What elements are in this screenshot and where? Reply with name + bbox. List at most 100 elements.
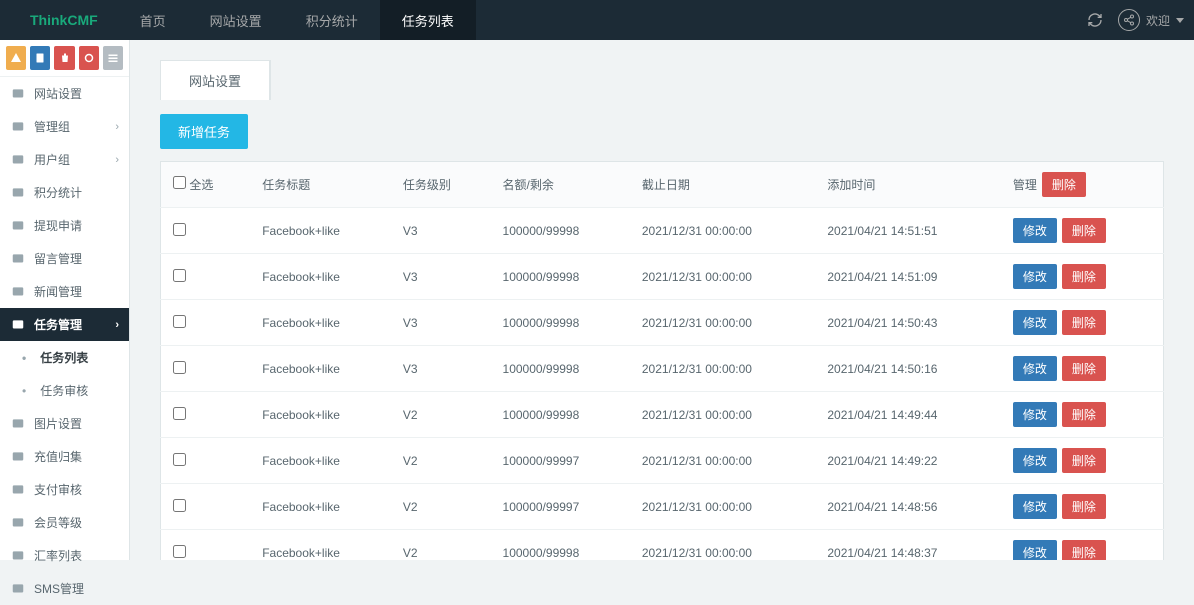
sidebar-item[interactable]: 用户组› (0, 143, 129, 176)
sidebar-subitem[interactable]: 任务审核 (0, 374, 129, 407)
delete-button[interactable]: 删除 (1062, 264, 1106, 289)
select-all-checkbox[interactable] (173, 176, 186, 189)
share-icon (1118, 9, 1140, 31)
chevron-right-icon: › (115, 121, 119, 133)
delete-button[interactable]: 删除 (1062, 494, 1106, 519)
brand-logo[interactable]: ThinkCMF (10, 12, 118, 28)
sidebar-item-label: 新闻管理 (34, 283, 82, 300)
batch-delete-button[interactable]: 删除 (1042, 172, 1086, 197)
cell-addtime: 2021/04/21 14:49:44 (815, 392, 1001, 438)
row-checkbox[interactable] (173, 315, 186, 328)
table-row: Facebook+likeV2100000/999982021/12/31 00… (161, 530, 1164, 561)
delete-button[interactable]: 删除 (1062, 218, 1106, 243)
sidebar-item[interactable]: 汇率列表 (0, 539, 129, 572)
top-nav-item[interactable]: 积分统计 (284, 0, 380, 40)
row-checkbox[interactable] (173, 545, 186, 558)
cell-deadline: 2021/12/31 00:00:00 (630, 392, 816, 438)
main-content: 一淘模版 网站设置 新增任务 全选 任务标题 任务级别 名额/剩余 截止日期 添… (130, 40, 1194, 560)
sidebar-item[interactable]: 支付审核 (0, 473, 129, 506)
tool-trash-icon[interactable] (54, 46, 74, 70)
sidebar-item[interactable]: 管理组› (0, 110, 129, 143)
row-checkbox[interactable] (173, 407, 186, 420)
user-menu[interactable]: 欢迎 (1118, 9, 1184, 31)
sidebar-item[interactable]: SMS管理 (0, 572, 129, 605)
sidebar-item[interactable]: 网站设置 (0, 77, 129, 110)
row-checkbox[interactable] (173, 453, 186, 466)
table-row: Facebook+likeV2100000/999972021/12/31 00… (161, 438, 1164, 484)
content-tabs: 网站设置 (160, 60, 271, 100)
delete-button[interactable]: 删除 (1062, 540, 1106, 560)
cell-title: Facebook+like (250, 346, 391, 392)
cell-quota: 100000/99998 (491, 254, 630, 300)
sidebar-item[interactable]: 图片设置 (0, 407, 129, 440)
group-icon (10, 119, 26, 135)
th-addtime: 添加时间 (815, 162, 1001, 208)
sidebar-item[interactable]: 会员等级 (0, 506, 129, 539)
sidebar-item[interactable]: 任务管理› (0, 308, 129, 341)
edit-button[interactable]: 修改 (1013, 494, 1057, 519)
pay-icon (10, 482, 26, 498)
cell-level: V3 (391, 208, 491, 254)
edit-button[interactable]: 修改 (1013, 356, 1057, 381)
cell-addtime: 2021/04/21 14:51:51 (815, 208, 1001, 254)
tab-site-settings[interactable]: 网站设置 (161, 61, 270, 100)
th-quota: 名额/剩余 (491, 162, 630, 208)
refresh-icon[interactable] (1086, 11, 1104, 29)
top-nav-item[interactable]: 网站设置 (188, 0, 284, 40)
row-checkbox[interactable] (173, 269, 186, 282)
add-task-button[interactable]: 新增任务 (160, 114, 248, 149)
table-row: Facebook+likeV3100000/999982021/12/31 00… (161, 208, 1164, 254)
row-checkbox[interactable] (173, 361, 186, 374)
edit-button[interactable]: 修改 (1013, 218, 1057, 243)
sidebar-item[interactable]: 充值归集 (0, 440, 129, 473)
sidebar-item-label: 充值归集 (34, 448, 82, 465)
cell-deadline: 2021/12/31 00:00:00 (630, 254, 816, 300)
table-row: Facebook+likeV3100000/999982021/12/31 00… (161, 346, 1164, 392)
delete-button[interactable]: 删除 (1062, 448, 1106, 473)
cell-deadline: 2021/12/31 00:00:00 (630, 484, 816, 530)
chevron-right-icon: › (115, 319, 119, 331)
delete-button[interactable]: 删除 (1062, 402, 1106, 427)
table-row: Facebook+likeV2100000/999982021/12/31 00… (161, 392, 1164, 438)
cell-addtime: 2021/04/21 14:48:37 (815, 530, 1001, 561)
sidebar-item-label: 图片设置 (34, 415, 82, 432)
sms-icon (10, 581, 26, 597)
top-nav-item[interactable]: 首页 (118, 0, 188, 40)
edit-button[interactable]: 修改 (1013, 402, 1057, 427)
edit-button[interactable]: 修改 (1013, 540, 1057, 560)
delete-button[interactable]: 删除 (1062, 356, 1106, 381)
sidebar-item-label: 会员等级 (34, 514, 82, 531)
sidebar-item-label: 网站设置 (34, 85, 82, 102)
visa-icon (10, 185, 26, 201)
th-level: 任务级别 (391, 162, 491, 208)
sidebar-item[interactable]: 留言管理 (0, 242, 129, 275)
edit-button[interactable]: 修改 (1013, 448, 1057, 473)
shell: 网站设置管理组›用户组›积分统计提现申请留言管理新闻管理任务管理›任务列表任务审… (0, 40, 1194, 560)
chevron-down-icon (1176, 18, 1184, 23)
tool-file-icon[interactable] (30, 46, 50, 70)
sidebar-subitem[interactable]: 任务列表 (0, 341, 129, 374)
cell-addtime: 2021/04/21 14:51:09 (815, 254, 1001, 300)
top-nav-item[interactable]: 任务列表 (380, 0, 476, 40)
select-all[interactable]: 全选 (173, 178, 213, 192)
cell-title: Facebook+like (250, 300, 391, 346)
sidebar-item[interactable]: 提现申请 (0, 209, 129, 242)
cell-level: V2 (391, 530, 491, 561)
cell-level: V3 (391, 254, 491, 300)
edit-button[interactable]: 修改 (1013, 310, 1057, 335)
tool-warn-icon[interactable] (6, 46, 26, 70)
sidebar-item[interactable]: 新闻管理 (0, 275, 129, 308)
edit-button[interactable]: 修改 (1013, 264, 1057, 289)
row-checkbox[interactable] (173, 223, 186, 236)
chevron-right-icon: › (115, 154, 119, 166)
row-checkbox[interactable] (173, 499, 186, 512)
delete-button[interactable]: 删除 (1062, 310, 1106, 335)
sidebar-item-label: SMS管理 (34, 580, 84, 597)
sidebar-item-label: 提现申请 (34, 217, 82, 234)
sidebar-item[interactable]: 积分统计 (0, 176, 129, 209)
tool-list-icon[interactable] (103, 46, 123, 70)
cell-quota: 100000/99998 (491, 300, 630, 346)
tool-circle-icon[interactable] (79, 46, 99, 70)
cell-addtime: 2021/04/21 14:50:43 (815, 300, 1001, 346)
cell-deadline: 2021/12/31 00:00:00 (630, 208, 816, 254)
